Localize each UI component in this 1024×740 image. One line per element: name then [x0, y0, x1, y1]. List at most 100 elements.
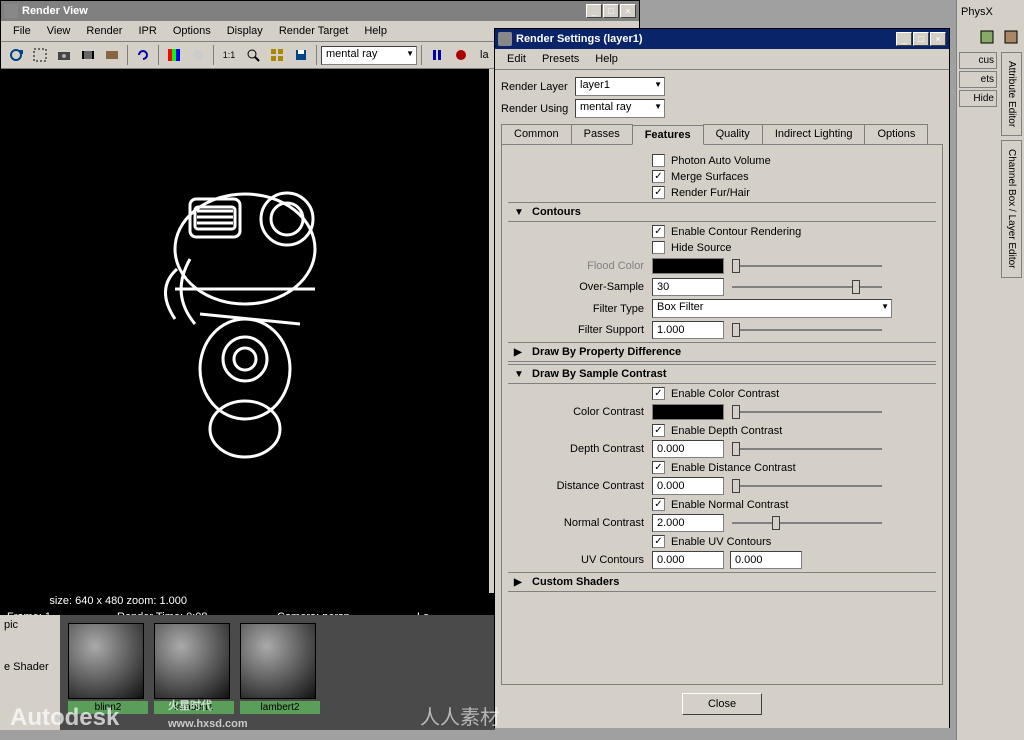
render-canvas[interactable]: [1, 69, 489, 593]
close-button[interactable]: ×: [620, 4, 636, 18]
render-seq-icon[interactable]: [77, 44, 99, 66]
custom-shaders-section-header[interactable]: ▶ Custom Shaders: [508, 572, 936, 592]
depth-contrast-input[interactable]: [652, 440, 724, 458]
hide-btn[interactable]: Hide: [959, 90, 997, 107]
contours-section-header[interactable]: ▼Contours: [508, 202, 936, 222]
tab-features[interactable]: Features: [632, 125, 704, 145]
channel-box-tab[interactable]: Channel Box / Layer Editor: [1001, 140, 1022, 278]
menu-presets[interactable]: Presets: [534, 51, 587, 67]
sphere-icon: [68, 623, 144, 699]
uv-contours-input-1[interactable]: [652, 551, 724, 569]
ipr-icon[interactable]: [101, 44, 123, 66]
color-contrast-slider[interactable]: [732, 403, 882, 421]
menu-view[interactable]: View: [39, 23, 79, 39]
render-settings-window: Render Settings (layer1) _ □ × Edit Pres…: [494, 28, 950, 728]
custom-shaders-label: Custom Shaders: [532, 576, 619, 588]
uv-contours-input-2[interactable]: [730, 551, 802, 569]
ets-btn[interactable]: ets: [959, 71, 997, 88]
enable-distance-contrast-checkbox[interactable]: ✓: [652, 461, 665, 474]
flood-color-slider[interactable]: [732, 257, 882, 275]
color-contrast-label: Color Contrast: [514, 406, 652, 418]
autodesk-watermark: Autodesk: [10, 704, 119, 732]
cus-btn[interactable]: cus: [959, 52, 997, 69]
dock-icon-2[interactable]: [1000, 26, 1022, 48]
menu-options[interactable]: Options: [165, 23, 219, 39]
render-view-titlebar[interactable]: Render View _ □ ×: [1, 1, 639, 21]
enable-color-contrast-label: Enable Color Contrast: [671, 388, 779, 400]
sphere-icon: [240, 623, 316, 699]
expand-icon: ▶: [514, 347, 526, 358]
merge-surfaces-checkbox[interactable]: ✓: [652, 170, 665, 183]
zoom-icon[interactable]: [242, 44, 264, 66]
render-fur-hair-checkbox[interactable]: ✓: [652, 186, 665, 199]
enable-normal-contrast-checkbox[interactable]: ✓: [652, 498, 665, 511]
minimize-button[interactable]: _: [896, 32, 912, 46]
tab-common[interactable]: Common: [501, 124, 572, 144]
scale-11-icon[interactable]: 1:1: [218, 44, 240, 66]
menu-edit[interactable]: Edit: [499, 51, 534, 67]
renderer-select[interactable]: mental ray: [321, 46, 417, 65]
stop-icon[interactable]: [450, 44, 472, 66]
hide-source-checkbox[interactable]: [652, 241, 665, 254]
maximize-button[interactable]: □: [913, 32, 929, 46]
attribute-editor-tab[interactable]: Attribute Editor: [1001, 52, 1022, 136]
enable-uv-contours-label: Enable UV Contours: [671, 536, 771, 548]
render-settings-titlebar[interactable]: Render Settings (layer1) _ □ ×: [495, 29, 949, 49]
menu-ipr[interactable]: IPR: [130, 23, 164, 39]
menu-help[interactable]: Help: [356, 23, 395, 39]
render-using-select[interactable]: mental ray: [575, 99, 665, 118]
refresh-icon[interactable]: [132, 44, 154, 66]
render-region-icon[interactable]: [29, 44, 51, 66]
alpha-icon[interactable]: [187, 44, 209, 66]
over-sample-input[interactable]: [652, 278, 724, 296]
enable-depth-contrast-checkbox[interactable]: ✓: [652, 424, 665, 437]
enable-uv-contours-checkbox[interactable]: ✓: [652, 535, 665, 548]
dock-icon-1[interactable]: [976, 26, 998, 48]
distance-contrast-slider[interactable]: [732, 477, 882, 495]
pause-icon[interactable]: [426, 44, 448, 66]
tab-quality[interactable]: Quality: [703, 124, 763, 144]
render-layer-select[interactable]: layer1: [575, 77, 665, 96]
save-icon[interactable]: [290, 44, 312, 66]
close-button[interactable]: Close: [682, 693, 762, 715]
depth-contrast-slider[interactable]: [732, 440, 882, 458]
enable-color-contrast-checkbox[interactable]: ✓: [652, 387, 665, 400]
tab-options[interactable]: Options: [864, 124, 928, 144]
menu-render-target[interactable]: Render Target: [271, 23, 357, 39]
snapshot-icon[interactable]: [53, 44, 75, 66]
normal-contrast-slider[interactable]: [732, 514, 882, 532]
property-diff-section-header[interactable]: ▶Draw By Property Difference: [508, 342, 936, 362]
photon-auto-volume-checkbox[interactable]: [652, 154, 665, 167]
filter-type-label: Filter Type: [514, 303, 652, 315]
sample-contrast-section-header[interactable]: ▼Draw By Sample Contrast: [508, 364, 936, 384]
filter-type-select[interactable]: Box Filter: [652, 299, 892, 318]
distance-contrast-label: Distance Contrast: [514, 480, 652, 492]
flood-color-swatch[interactable]: [652, 258, 724, 274]
rgb-icon[interactable]: [163, 44, 185, 66]
maximize-button[interactable]: □: [603, 4, 619, 18]
grid-icon[interactable]: [266, 44, 288, 66]
redo-render-icon[interactable]: [5, 44, 27, 66]
hxsd-watermark: 火星时代 www.hxsd.com: [168, 696, 248, 732]
hide-source-label: Hide Source: [671, 242, 732, 254]
menu-render[interactable]: Render: [78, 23, 130, 39]
depth-contrast-label: Depth Contrast: [514, 443, 652, 455]
filter-support-slider[interactable]: [732, 321, 882, 339]
menu-display[interactable]: Display: [219, 23, 271, 39]
tab-indirect-lighting[interactable]: Indirect Lighting: [762, 124, 866, 144]
filter-support-input[interactable]: [652, 321, 724, 339]
tab-passes[interactable]: Passes: [571, 124, 633, 144]
expand-icon: ▶: [514, 577, 526, 588]
material-lambert2[interactable]: lambert2: [240, 623, 320, 722]
normal-contrast-label: Normal Contrast: [514, 517, 652, 529]
menu-help[interactable]: Help: [587, 51, 626, 67]
normal-contrast-input[interactable]: [652, 514, 724, 532]
color-contrast-swatch[interactable]: [652, 404, 724, 420]
close-button[interactable]: ×: [930, 32, 946, 46]
minimize-button[interactable]: _: [586, 4, 602, 18]
distance-contrast-input[interactable]: [652, 477, 724, 495]
enable-contour-rendering-checkbox[interactable]: ✓: [652, 225, 665, 238]
menu-file[interactable]: File: [5, 23, 39, 39]
info-size: size: 640 x 480 zoom: 1.000: [7, 595, 187, 607]
over-sample-slider[interactable]: [732, 278, 882, 296]
